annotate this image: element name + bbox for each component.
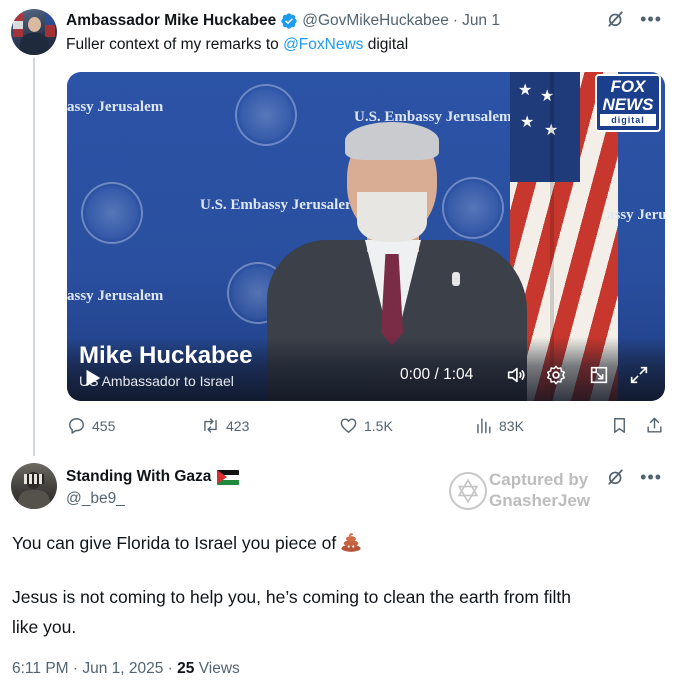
author-handle[interactable]: @GovMikeHuckabee [302,12,449,30]
reply-timestamp[interactable]: 6:11 PM · Jun 1, 2025 · [12,660,177,677]
bookmark-button[interactable] [610,416,629,435]
mention-link[interactable]: @FoxNews [283,36,363,53]
lower-third-name: Mike Huckabee [79,342,253,369]
reply-header: Standing With Gaza [66,466,240,488]
reply-author-handle[interactable]: @_be9_ [66,490,125,508]
play-icon[interactable] [81,367,103,389]
thread-line [33,58,35,456]
reply-text-line: You can give Florida to Israel you piece… [12,532,362,554]
views-button[interactable]: 83K [474,416,524,435]
reply-button[interactable]: 455 [67,416,115,435]
repost-button[interactable]: 423 [201,416,249,435]
watermark-line1: Captured by [489,470,589,489]
captured-watermark: Captured by GnasherJew [449,470,614,512]
poop-emoji-icon [341,533,361,552]
like-count: 1.5K [364,417,393,434]
volume-icon[interactable] [505,364,527,386]
pip-icon[interactable] [588,364,610,386]
reply-views-count: 25 [177,660,195,677]
bookmark-icon [614,418,625,433]
reply-top-actions: ••• [606,467,662,487]
fox-logo-line: FOX [610,77,646,96]
reply-author-avatar[interactable] [11,463,57,509]
like-icon [340,418,357,433]
repost-icon [204,418,217,433]
embassy-seal [81,182,143,244]
separator: · [452,12,459,29]
tweet-text-part: Fuller context of my remarks to [66,36,284,53]
palestine-flag-icon [217,469,240,485]
settings-icon[interactable] [545,364,567,386]
reply-icon [69,418,84,434]
author-name[interactable]: Ambassador Mike Huckabee [66,12,276,30]
video-player[interactable]: assy Jerusalem U.S. Embassy Jerusalem U.… [67,72,665,401]
video-watermark: assy Jerusalem [67,99,164,115]
fox-logo-line: digital [600,114,656,126]
grok-icon[interactable] [606,467,626,487]
video-time: 0:00 / 1:04 [400,366,474,383]
reply-meta: 6:11 PM · Jun 1, 2025 · 25 Views [12,660,240,678]
verified-badge-icon [281,13,297,29]
tweet-text: Fuller context of my remarks to @FoxNews… [66,36,408,54]
fox-news-logo: FOX NEWS digital [595,74,661,132]
like-button[interactable]: 1.5K [339,416,393,435]
more-icon[interactable]: ••• [640,9,662,29]
reply-text-line: Jesus is not coming to help you, he’s co… [12,587,572,607]
watermark-line2: GnasherJew [489,491,591,510]
author-avatar[interactable] [11,9,57,55]
reply-text-part: You can give Florida to Israel you piece… [12,533,337,553]
tweet-text-part: digital [363,36,409,53]
reply-views-label: Views [194,660,240,677]
star-of-david-logo [449,472,487,510]
tweet-top-actions: ••• [606,9,662,29]
video-watermark: assy Jerusalem [67,288,164,304]
views-icon [477,418,491,434]
views-count: 83K [499,417,524,434]
reply-author-name[interactable]: Standing With Gaza [66,468,211,486]
tweet-date[interactable]: Jun 1 [462,12,500,30]
more-icon[interactable]: ••• [640,467,662,487]
reply-text-line: like you. [12,617,77,637]
repost-count: 423 [226,417,250,434]
share-button[interactable] [645,416,664,435]
fullscreen-icon[interactable] [628,364,650,386]
reply-count: 455 [92,417,116,434]
share-icon [647,417,662,433]
tweet-action-bar: 455 423 1.5K 83K [0,416,680,438]
video-watermark: assy Jeru [607,207,665,223]
tweet-header: Ambassador Mike Huckabee @GovMikeHuckabe… [66,10,500,32]
grok-icon[interactable] [606,9,626,29]
fox-logo-line: NEWS [602,95,654,114]
